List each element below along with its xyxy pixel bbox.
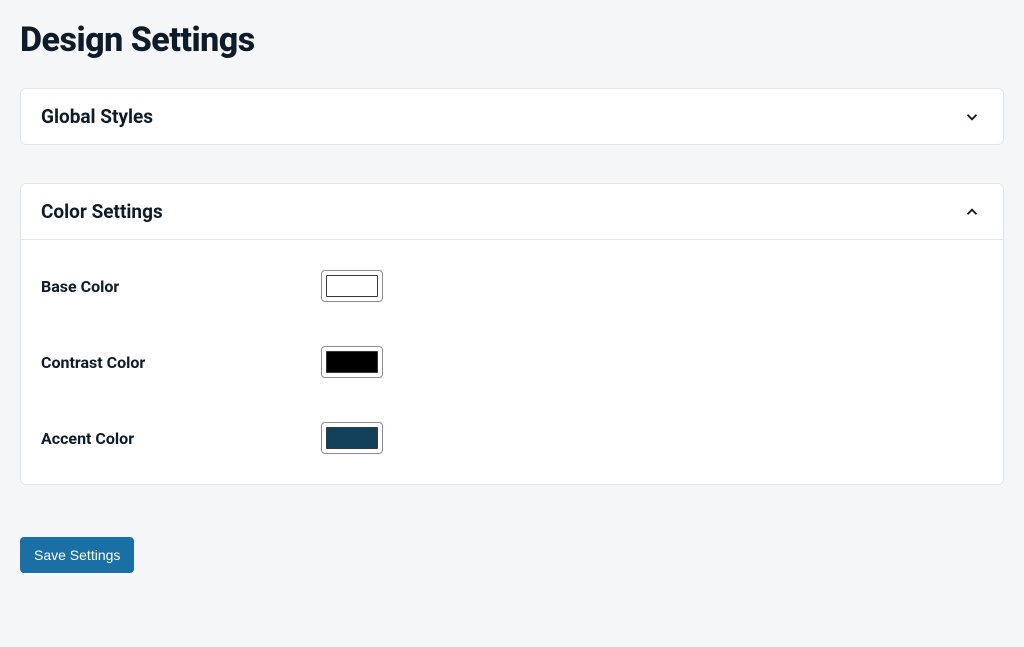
accent-color-row: Accent Color xyxy=(41,422,983,454)
page-title: Design Settings xyxy=(20,20,1004,60)
global-styles-section: Global Styles xyxy=(20,88,1004,145)
color-settings-title: Color Settings xyxy=(41,200,163,223)
chevron-up-icon xyxy=(961,201,983,223)
accent-color-swatch xyxy=(326,427,378,449)
color-settings-section: Color Settings Base Color Contrast Color… xyxy=(20,183,1004,485)
color-settings-body: Base Color Contrast Color Accent Color xyxy=(21,239,1003,484)
global-styles-title: Global Styles xyxy=(41,105,153,128)
chevron-down-icon xyxy=(961,106,983,128)
save-settings-button[interactable]: Save Settings xyxy=(20,537,134,573)
contrast-color-picker[interactable] xyxy=(321,346,383,378)
contrast-color-row: Contrast Color xyxy=(41,346,983,378)
global-styles-header[interactable]: Global Styles xyxy=(21,89,1003,144)
contrast-color-label: Contrast Color xyxy=(41,353,321,372)
base-color-picker[interactable] xyxy=(321,270,383,302)
base-color-swatch xyxy=(326,275,378,297)
base-color-label: Base Color xyxy=(41,277,321,296)
base-color-row: Base Color xyxy=(41,270,983,302)
color-settings-header[interactable]: Color Settings xyxy=(21,184,1003,239)
accent-color-picker[interactable] xyxy=(321,422,383,454)
contrast-color-swatch xyxy=(326,351,378,373)
accent-color-label: Accent Color xyxy=(41,429,321,448)
